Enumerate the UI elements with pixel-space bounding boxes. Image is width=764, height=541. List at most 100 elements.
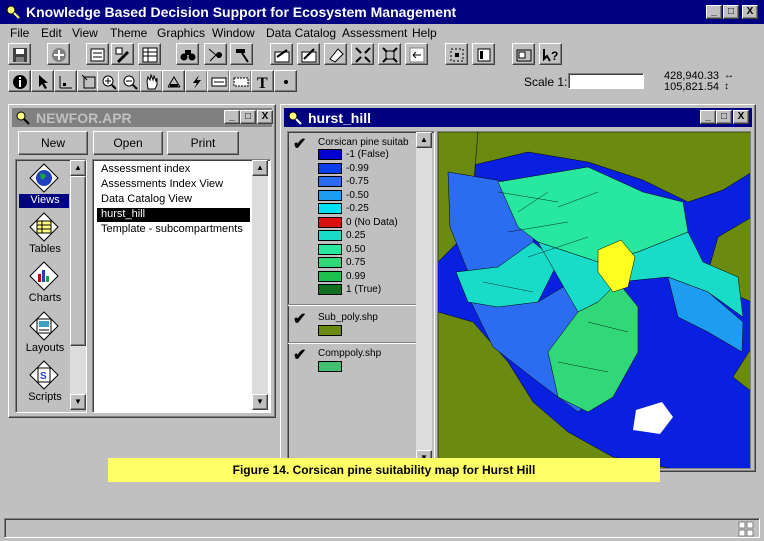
chart-icon: [29, 261, 59, 291]
legend-swatch: [318, 230, 342, 241]
scroll-up-icon[interactable]: ▲: [416, 132, 432, 148]
pan-icon[interactable]: [140, 70, 163, 92]
menu-data-catalog[interactable]: Data Catalog: [266, 26, 336, 40]
list-item[interactable]: Data Catalog View: [97, 193, 250, 207]
view-close-button[interactable]: X: [733, 110, 749, 124]
menu-edit[interactable]: Edit: [41, 26, 62, 40]
zoom-active-icon[interactable]: [378, 43, 401, 65]
view-title: hurst_hill: [308, 110, 372, 126]
view-maximize-button[interactable]: □: [716, 110, 732, 124]
add-theme-icon[interactable]: [47, 43, 70, 65]
scroll-up-icon[interactable]: ▲: [252, 160, 268, 176]
menu-assessment[interactable]: Assessment: [342, 26, 407, 40]
project-icon: [16, 111, 30, 125]
legend-panel: ✔ Corsican pine suitab -1 (False) -0.99 -0…: [287, 131, 435, 469]
minimize-button[interactable]: _: [706, 5, 722, 19]
menu-theme[interactable]: Theme: [110, 26, 147, 40]
theme-visibility-checkbox[interactable]: ✔: [293, 345, 306, 365]
zoom-selected-icon[interactable]: [445, 43, 468, 65]
help-icon[interactable]: ?: [539, 43, 562, 65]
scroll-thumb[interactable]: [70, 176, 86, 346]
doc-type-layouts[interactable]: Layouts: [19, 311, 69, 357]
text-icon[interactable]: T: [251, 70, 274, 92]
map-display[interactable]: [437, 131, 751, 469]
menu-graphics[interactable]: Graphics: [157, 26, 205, 40]
doc-type-panel: Views Tables Charts Layouts S Scripts ▲ …: [15, 159, 87, 413]
print-button[interactable]: Print: [167, 131, 239, 155]
zoom-extent-icon[interactable]: [351, 43, 374, 65]
project-window: NEWFOR.APR _ □ X New Open Print Views Ta…: [8, 104, 276, 418]
edit-legend-icon[interactable]: [111, 43, 134, 65]
legend-swatch: [318, 361, 342, 372]
select-none-icon[interactable]: [472, 43, 495, 65]
list-item[interactable]: Template - subcompartments: [97, 223, 250, 237]
scroll-down-icon[interactable]: ▼: [252, 394, 268, 410]
menu-help[interactable]: Help: [412, 26, 437, 40]
zoom-previous-icon[interactable]: [405, 43, 428, 65]
view-icon: [288, 111, 302, 125]
document-list-scrollbar[interactable]: ▲ ▼: [252, 160, 268, 410]
doc-type-scripts[interactable]: S Scripts: [19, 360, 69, 406]
vertex-icon[interactable]: [54, 70, 77, 92]
table-icon: [29, 212, 59, 242]
pointer-icon[interactable]: [31, 70, 54, 92]
erase-icon[interactable]: [324, 43, 347, 65]
legend-swatch: [318, 270, 342, 282]
legend-swatch: [318, 203, 342, 214]
zoom-in-icon[interactable]: [97, 70, 120, 92]
project-title: NEWFOR.APR: [36, 110, 132, 126]
table-icon[interactable]: [138, 43, 161, 65]
menu-window[interactable]: Window: [212, 26, 255, 40]
scale-label: Scale 1:: [524, 75, 568, 89]
project-maximize-button[interactable]: □: [240, 110, 256, 124]
zoom-out-icon[interactable]: [118, 70, 141, 92]
scroll-up-icon[interactable]: ▲: [70, 160, 86, 176]
project-minimize-button[interactable]: _: [224, 110, 240, 124]
list-item[interactable]: Assessments Index View: [97, 178, 250, 192]
doc-type-charts[interactable]: Charts: [19, 261, 69, 307]
save-icon[interactable]: [8, 43, 31, 65]
theme-properties-icon[interactable]: [86, 43, 109, 65]
hotlink-icon[interactable]: [185, 70, 208, 92]
script-icon: S: [29, 360, 59, 390]
view-minimize-button[interactable]: _: [700, 110, 716, 124]
text-label-icon[interactable]: [229, 70, 252, 92]
point-icon[interactable]: [274, 70, 297, 92]
scale-input[interactable]: [568, 73, 644, 89]
main-toolbar: ?: [0, 43, 764, 67]
legend-swatch: [318, 176, 342, 187]
project-close-button[interactable]: X: [257, 110, 273, 124]
hammer-icon[interactable]: [230, 43, 253, 65]
theme-name[interactable]: Corsican pine suitab: [318, 137, 409, 148]
open-button[interactable]: Open: [93, 131, 163, 155]
measure-icon[interactable]: [162, 70, 185, 92]
resize-grip-icon[interactable]: [738, 521, 754, 537]
doc-type-tables[interactable]: Tables: [19, 212, 69, 258]
locate-icon[interactable]: [204, 43, 227, 65]
info-icon[interactable]: [8, 70, 31, 92]
find-icon[interactable]: [176, 43, 199, 65]
menu-file[interactable]: File: [10, 26, 29, 40]
close-button[interactable]: X: [742, 5, 758, 19]
theme-visibility-checkbox[interactable]: ✔: [293, 309, 306, 329]
edit-icon[interactable]: [297, 43, 320, 65]
label-icon[interactable]: [207, 70, 230, 92]
doc-type-scrollbar[interactable]: ▲ ▼: [70, 160, 86, 410]
list-item-selected[interactable]: hurst_hill: [97, 208, 250, 222]
doc-type-label: Charts: [28, 292, 62, 304]
doc-type-label: Views: [30, 194, 60, 206]
doc-type-label: Tables: [29, 243, 61, 255]
add-feature-icon[interactable]: [270, 43, 293, 65]
legend-scrollbar[interactable]: ▲ ▼: [416, 132, 432, 466]
theme-visibility-checkbox[interactable]: ✔: [293, 134, 306, 154]
legend-swatch: [318, 325, 342, 336]
maximize-button[interactable]: □: [723, 5, 739, 19]
doc-type-views[interactable]: Views: [19, 163, 69, 209]
scroll-down-icon[interactable]: ▼: [70, 394, 86, 410]
menu-view[interactable]: View: [72, 26, 98, 40]
theme-name[interactable]: Sub_poly.shp: [318, 312, 378, 323]
layout-icon[interactable]: [512, 43, 535, 65]
new-button[interactable]: New: [18, 131, 88, 155]
theme-name[interactable]: Comppoly.shp: [318, 348, 381, 359]
list-item[interactable]: Assessment index: [97, 163, 250, 177]
